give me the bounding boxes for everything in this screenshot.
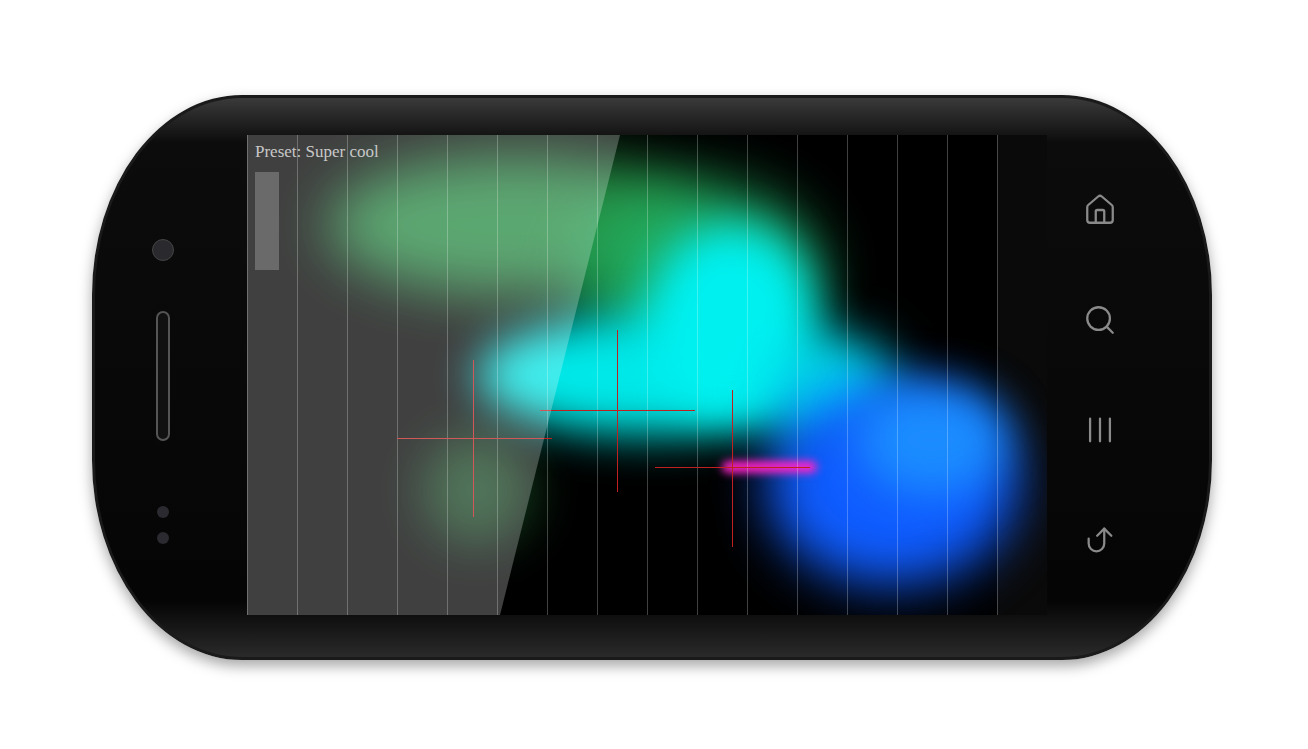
sensor-icon [157,506,169,518]
blue-blob [857,385,1007,495]
grid-line [597,135,647,615]
home-icon[interactable] [1083,193,1117,227]
grid-line [747,135,797,615]
grid-line [997,135,1047,615]
hud: Preset: Super cool [255,141,379,270]
level-meter [255,172,279,270]
crosshair-horizontal [655,467,810,468]
level-meter-fill [255,172,279,270]
screen-edge [997,135,1047,615]
grid-line [847,135,897,615]
menu-icon[interactable] [1083,413,1117,447]
nav-bar [1047,98,1153,657]
speaker-grill [156,311,170,441]
grid-line [947,135,997,615]
grid-line [697,135,747,615]
bezel-gap [231,98,247,657]
crosshair-vertical [732,390,733,547]
crosshair-horizontal [540,410,695,411]
crosshair-vertical [617,330,618,492]
grid-line [897,135,947,615]
search-icon[interactable] [1083,303,1117,337]
camera-icon [152,239,174,261]
grid-line [797,135,847,615]
left-bezel [95,98,231,657]
preset-label: Preset: Super cool [255,141,379,163]
back-icon[interactable] [1083,523,1117,557]
sensor-icon [157,532,169,544]
screen: Preset: Super cool [247,135,1047,615]
page: Preset: Super cool [0,0,1308,749]
grid-line [647,135,697,615]
phone: Preset: Super cool [92,95,1212,660]
